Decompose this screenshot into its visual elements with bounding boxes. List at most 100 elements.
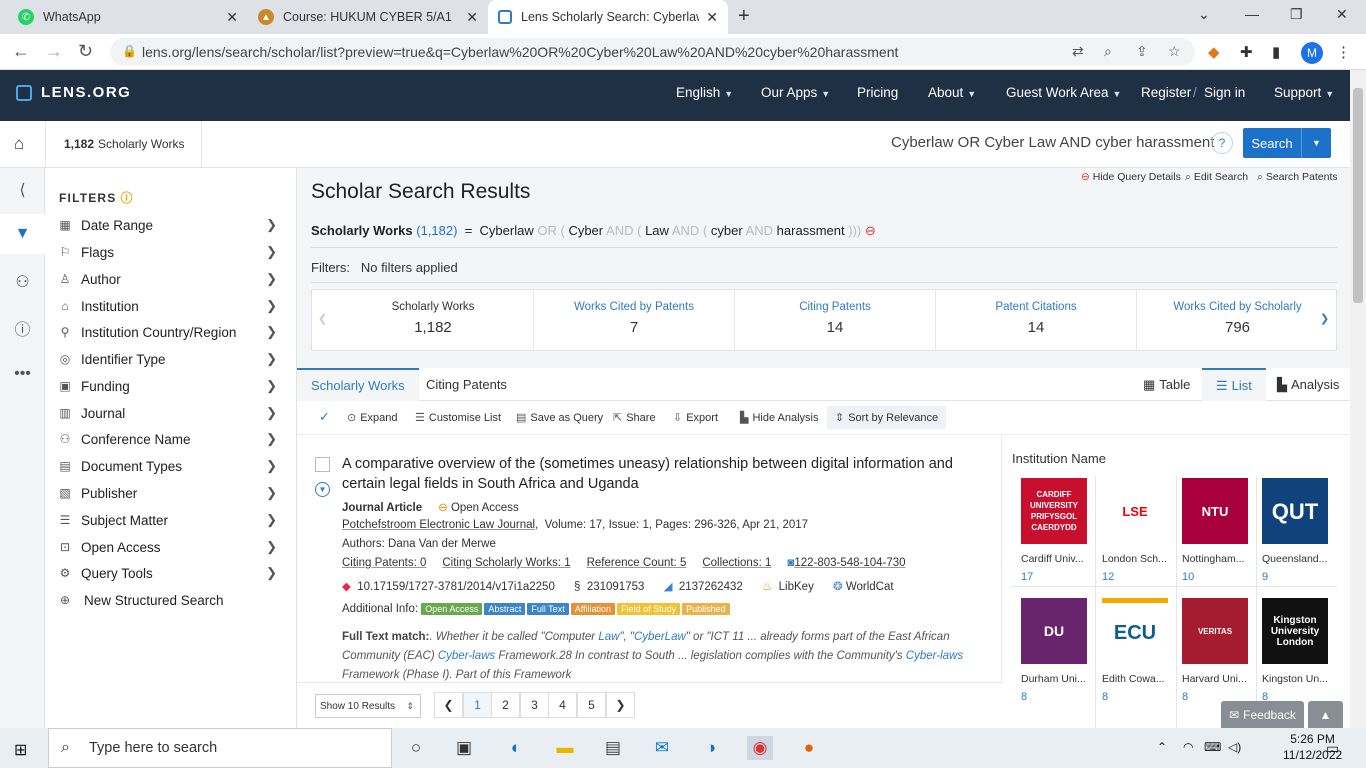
institution-card[interactable]: NTU Nottingham... 10 <box>1180 478 1257 595</box>
collapse-icon[interactable]: ⟨ <box>0 170 45 210</box>
query-help-icon[interactable]: ? <box>1211 132 1233 154</box>
close-tab-icon[interactable]: ✕ <box>226 9 238 26</box>
sort-by-relevance-button[interactable]: ⇕ Sort by Relevance <box>827 406 947 429</box>
edge-browser-icon[interactable]: ◑ <box>698 736 724 760</box>
view-list-button[interactable]: ☰ List <box>1202 368 1266 401</box>
tray-chevron-icon[interactable]: ⌃ <box>1157 740 1167 754</box>
prev-page-button[interactable]: ❮ <box>434 692 463 718</box>
nav-english[interactable]: English ▼ <box>676 85 733 100</box>
expand-button[interactable]: ⊙ Expand <box>347 411 398 424</box>
page-2[interactable]: 2 <box>491 692 520 718</box>
search-query-text[interactable]: Cyberlaw OR Cyber Law AND cyber harassme… <box>891 134 1214 151</box>
filter-institution-country[interactable]: ⚲ Institution Country/Region ❯ <box>57 319 289 345</box>
carousel-prev-icon[interactable]: ❮ <box>318 312 327 325</box>
filter-identifier-type[interactable]: ◎ Identifier Type ❯ <box>57 346 289 372</box>
result-title[interactable]: A comparative overview of the (sometimes… <box>342 454 987 494</box>
search-button[interactable]: Search ▼ <box>1243 128 1331 158</box>
chrome-icon[interactable]: ◉ <box>747 736 773 760</box>
edge-icon[interactable]: ◐ <box>503 736 529 760</box>
user-settings-icon[interactable]: ⚇ <box>0 262 45 302</box>
translate-icon[interactable]: ⇄ <box>1072 43 1084 60</box>
volume-icon[interactable]: ◁) <box>1228 740 1241 754</box>
taskbar-search-input[interactable]: ⌕ Type here to search <box>48 728 392 768</box>
save-as-query-button[interactable]: ▤ Save as Query <box>516 411 603 424</box>
stat-works-cited-by-scholarly[interactable]: Works Cited by Scholarly 796 <box>1137 290 1338 350</box>
share-button[interactable]: ⇱ Share <box>613 411 656 424</box>
search-patents-link[interactable]: ⌕ Search Patents <box>1257 171 1338 184</box>
forward-icon[interactable]: → <box>45 41 63 62</box>
tab-search-icon[interactable]: ⌄ <box>1198 6 1210 23</box>
task-view-icon[interactable]: ▣ <box>451 736 477 760</box>
export-button[interactable]: ⇩ Export <box>673 411 718 424</box>
filter-publisher[interactable]: ▧ Publisher ❯ <box>57 480 289 506</box>
info-circle-icon[interactable]: ⓘ <box>121 191 134 205</box>
more-icon[interactable]: ••• <box>0 354 45 394</box>
filter-subject-matter[interactable]: ☰ Subject Matter ❯ <box>57 507 289 533</box>
extensions-icon[interactable]: ✚ <box>1240 43 1253 61</box>
filter-icon[interactable]: ▼ <box>0 214 45 254</box>
scrollbar-thumb[interactable] <box>1353 88 1363 303</box>
worldcat-link[interactable]: WorldCat <box>846 581 894 593</box>
stat-citing-patents[interactable]: Citing Patents 14 <box>735 290 936 350</box>
store-icon[interactable]: ▤ <box>600 736 626 760</box>
citing-scholarly-link[interactable]: Citing Scholarly Works: 1 <box>442 557 570 569</box>
windows-start-icon[interactable]: ⊞ <box>14 740 27 760</box>
carousel-next-icon[interactable]: ❯ <box>1320 312 1329 325</box>
firefox-icon[interactable]: ● <box>796 736 822 760</box>
stat-works-cited-by-patents[interactable]: Works Cited by Patents 7 <box>534 290 735 350</box>
select-all-check-icon[interactable]: ✓ <box>319 409 330 425</box>
bookmark-star-icon[interactable]: ☆ <box>1168 43 1181 60</box>
nav-our-apps[interactable]: Our Apps ▼ <box>761 85 830 100</box>
tab-scholarly-works[interactable]: Scholarly Works <box>297 368 419 401</box>
mail-icon[interactable]: ✉ <box>649 736 675 760</box>
edit-search-link[interactable]: ⌕ Edit Search <box>1185 171 1248 184</box>
network-icon[interactable]: ◠ <box>1183 740 1193 754</box>
institution-card[interactable]: Kingston University London Kingston Un..… <box>1260 598 1337 715</box>
filter-flags[interactable]: ⚐ Flags ❯ <box>57 239 289 265</box>
filter-funding[interactable]: ▣ Funding ❯ <box>57 373 289 399</box>
new-tab-button[interactable]: + <box>738 5 750 28</box>
language-icon[interactable]: ⌨ <box>1204 740 1221 754</box>
remove-query-icon[interactable]: ⊖ <box>865 223 876 238</box>
journal-link[interactable]: Potchefstroom Electronic Law Journal <box>342 519 535 531</box>
institution-card[interactable]: ECU Edith Cowa... 8 <box>1100 598 1177 715</box>
view-analysis-button[interactable]: ▙ Analysis <box>1263 368 1353 401</box>
tab-course[interactable]: ▲ Course: HUKUM CYBER 5/A1 [HK ✕ <box>248 0 488 34</box>
lens-logo[interactable]: LENS.ORG <box>16 84 131 101</box>
hide-analysis-button[interactable]: ▙ Hide Analysis <box>740 411 819 424</box>
page-3[interactable]: 3 <box>520 692 549 718</box>
filter-author[interactable]: ♙ Author ❯ <box>57 266 289 292</box>
close-tab-icon[interactable]: ✕ <box>706 9 718 26</box>
institution-card[interactable]: CARDIFF UNIVERSITY PRIFYSGOL CAERDYDD Ca… <box>1019 478 1096 595</box>
filter-open-access[interactable]: ⊡ Open Access ❯ <box>57 534 289 560</box>
tab-whatsapp[interactable]: ✆ WhatsApp ✕ <box>8 0 248 34</box>
register-link[interactable]: Register <box>1141 85 1191 100</box>
filter-institution[interactable]: ⌂ Institution ❯ <box>57 293 289 319</box>
stat-scholarly-works[interactable]: Scholarly Works 1,182 <box>333 290 534 350</box>
result-checkbox[interactable] <box>315 457 330 472</box>
view-table-button[interactable]: ▦ Table <box>1129 368 1204 401</box>
profile-avatar[interactable]: M <box>1301 42 1323 64</box>
doi-link[interactable]: 10.17159/1727-3781/2014/v17i1a2250 <box>357 581 555 593</box>
maximize-icon[interactable]: ❐ <box>1290 6 1303 23</box>
new-structured-search-link[interactable]: ⊕ New Structured Search <box>57 587 289 613</box>
filter-conference-name[interactable]: ⚇ Conference Name ❯ <box>57 426 289 452</box>
filter-document-types[interactable]: ▤ Document Types ❯ <box>57 453 289 479</box>
reload-icon[interactable]: ↻ <box>78 41 93 62</box>
next-page-button[interactable]: ❯ <box>606 692 635 718</box>
nav-pricing[interactable]: Pricing <box>857 85 898 100</box>
institution-card[interactable]: LSE London Sch... 12 <box>1100 478 1177 595</box>
results-per-page-select[interactable]: Show 10 Results ⇕ <box>315 694 421 718</box>
home-icon[interactable]: ⌂ <box>14 134 24 154</box>
info-icon[interactable]: ⓘ <box>0 308 45 348</box>
page-1[interactable]: 1 <box>463 692 492 718</box>
notifications-icon[interactable]: ▭ <box>1326 740 1339 757</box>
institution-card[interactable]: VERITAS Harvard Uni... 8 <box>1180 598 1257 715</box>
institution-card[interactable]: QUT Queensland... 9 <box>1260 478 1337 595</box>
back-icon[interactable]: ← <box>12 41 30 62</box>
zoom-icon[interactable]: ⌕ <box>1104 43 1112 60</box>
close-window-icon[interactable]: ✕ <box>1336 6 1348 23</box>
url-field[interactable]: 🔒 lens.org/lens/search/scholar/list?prev… <box>110 38 1195 66</box>
libkey-link[interactable]: LibKey <box>779 581 814 593</box>
nav-support[interactable]: Support ▼ <box>1274 85 1334 100</box>
